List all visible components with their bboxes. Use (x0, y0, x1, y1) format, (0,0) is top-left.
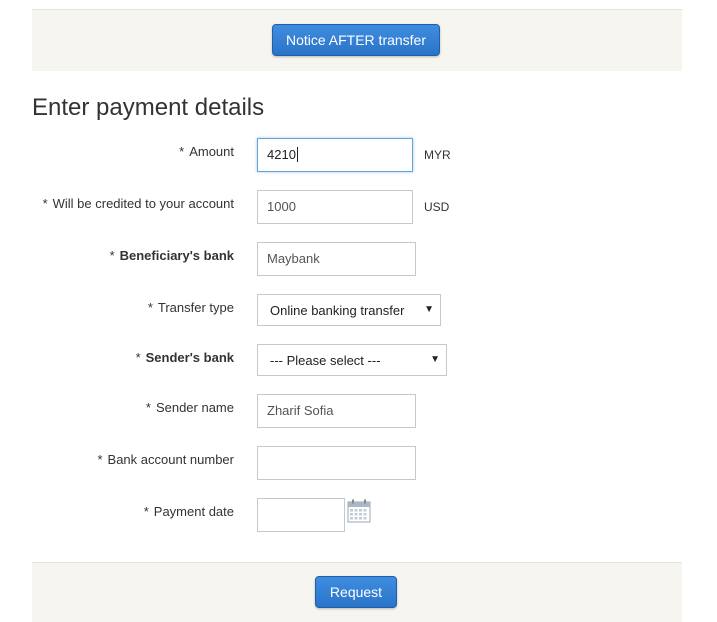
amount-currency: MYR (424, 148, 451, 162)
beneficiary-bank-label: * Beneficiary's bank (110, 248, 234, 263)
payment-date-label-text: Payment date (153, 504, 234, 519)
transfer-type-selected: Online banking transfer (270, 303, 405, 318)
payment-details-page: Notice AFTER transfer Enter payment deta… (0, 0, 717, 622)
sender-bank-label: * Sender's bank (136, 350, 234, 365)
sender-bank-select[interactable]: --- Please select --- ▼ (257, 344, 447, 376)
required-marker: * (97, 452, 103, 467)
payment-date-label: * Payment date (144, 504, 234, 519)
request-button[interactable]: Request (315, 576, 397, 608)
required-marker: * (143, 504, 149, 519)
sender-name-value: Zharif Sofia (267, 403, 334, 418)
chevron-down-icon: ▼ (430, 354, 440, 365)
sender-bank-selected: --- Please select --- (270, 353, 381, 368)
top-action-bar: Notice AFTER transfer (32, 9, 682, 71)
amount-label-text: Amount (189, 144, 234, 159)
required-marker: * (109, 248, 115, 263)
required-marker: * (42, 196, 48, 211)
credited-label: * Will be credited to your account (43, 196, 234, 211)
beneficiary-bank-value: Maybank (267, 251, 320, 266)
page-title: Enter payment details (32, 94, 265, 121)
text-cursor (296, 147, 298, 162)
beneficiary-bank-input[interactable]: Maybank (257, 242, 416, 276)
required-marker: * (179, 144, 185, 159)
transfer-type-label-text: Transfer type (157, 300, 234, 315)
credited-amount-input[interactable]: 1000 (257, 190, 413, 224)
sender-name-input[interactable]: Zharif Sofia (257, 394, 416, 428)
amount-label: * Amount (179, 144, 234, 159)
bank-account-number-label-text: Bank account number (107, 452, 234, 467)
beneficiary-bank-label-text: Beneficiary's bank (119, 248, 234, 263)
bank-account-number-label: * Bank account number (97, 452, 234, 467)
notice-after-transfer-button[interactable]: Notice AFTER transfer (272, 24, 440, 56)
calendar-icon[interactable] (347, 499, 371, 523)
bottom-action-bar: Request (32, 562, 682, 622)
credited-label-text: Will be credited to your account (52, 196, 234, 211)
amount-input[interactable]: 4210 (257, 138, 413, 172)
credited-currency: USD (424, 200, 450, 214)
required-marker: * (147, 300, 153, 315)
transfer-type-label: * Transfer type (148, 300, 234, 315)
bank-account-number-input[interactable] (257, 446, 416, 480)
amount-value: 4210 (267, 147, 296, 162)
required-marker: * (145, 400, 151, 415)
sender-name-label: * Sender name (146, 400, 234, 415)
sender-name-label-text: Sender name (155, 400, 234, 415)
sender-bank-label-text: Sender's bank (145, 350, 234, 365)
required-marker: * (135, 350, 141, 365)
transfer-type-select[interactable]: Online banking transfer ▼ (257, 294, 441, 326)
payment-date-input[interactable] (257, 498, 345, 532)
chevron-down-icon: ▼ (424, 304, 434, 315)
credited-value: 1000 (267, 199, 296, 214)
